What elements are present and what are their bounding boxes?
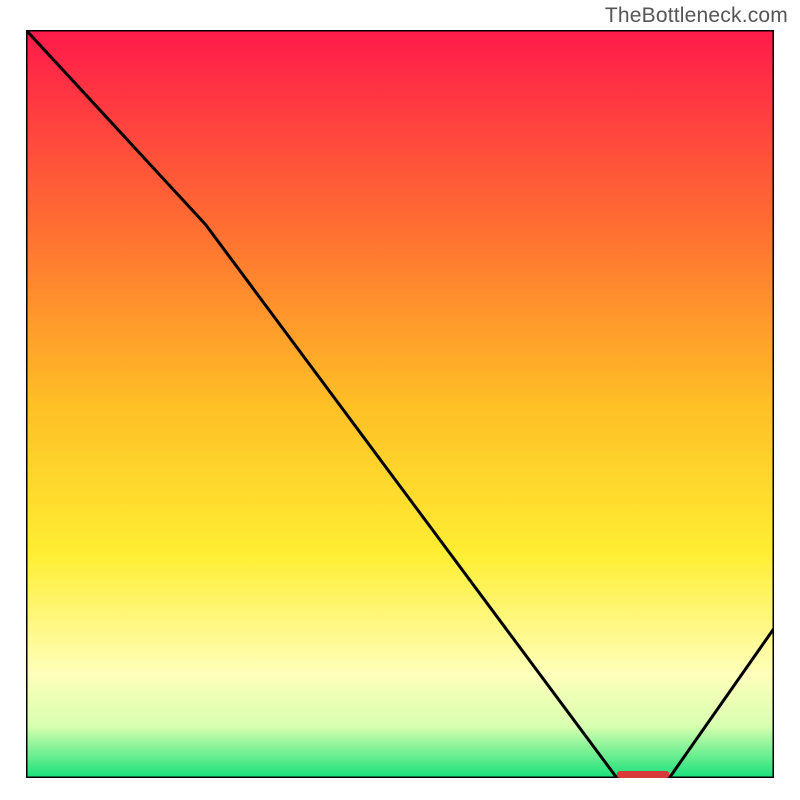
- chart-plot-area: [26, 30, 774, 778]
- watermark-text: TheBottleneck.com: [605, 4, 788, 28]
- chart-container: TheBottleneck.com: [0, 0, 800, 800]
- chart-background: [26, 30, 774, 778]
- chart-svg: [26, 30, 774, 778]
- chart-min-marker: [617, 771, 669, 778]
